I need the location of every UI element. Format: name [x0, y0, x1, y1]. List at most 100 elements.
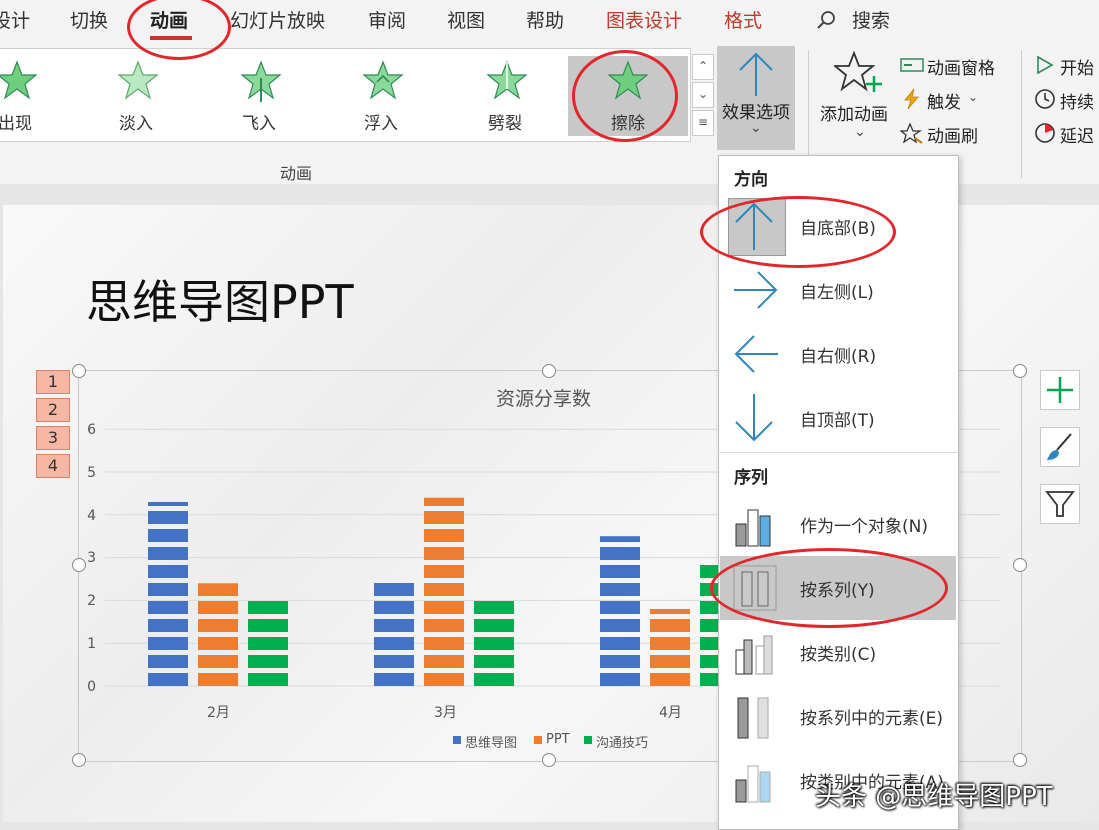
direction-label: 自顶部(T) — [800, 411, 875, 431]
bar-segment — [474, 673, 514, 686]
legend-swatch — [534, 736, 542, 744]
direction-from-right[interactable]: 自右侧(R) — [720, 322, 956, 386]
bar-segment — [198, 583, 238, 596]
watermark: 头条 @思维导图PPT — [815, 782, 1053, 812]
annotation-circle-by-series — [710, 548, 948, 628]
bar-segment — [424, 583, 464, 596]
chart-styles-button[interactable] — [1040, 427, 1080, 467]
bar-segment — [600, 565, 640, 578]
legend-entry: PPT — [546, 732, 570, 747]
bar-segment — [148, 547, 188, 560]
bar-segment — [650, 619, 690, 632]
direction-from-top[interactable]: 自顶部(T) — [720, 386, 956, 450]
bar-segment — [474, 637, 514, 650]
bar-segment — [198, 655, 238, 668]
bar-segment — [248, 655, 288, 668]
bar-segment — [600, 536, 640, 542]
x-tick-label: 3月 — [434, 705, 457, 721]
arrow-left-icon — [734, 335, 778, 373]
bar-segment — [650, 655, 690, 668]
legend-entry: 思维导图 — [465, 736, 518, 751]
element-category-icon — [735, 765, 771, 803]
bar-segment — [198, 673, 238, 686]
category-bars-icon — [735, 635, 773, 675]
bar-segment — [198, 601, 238, 614]
bar-segment — [424, 655, 464, 668]
bar-segment — [148, 637, 188, 650]
sequence-label: 按类别(C) — [800, 645, 877, 665]
sequence-label: 按系列中的元素(E) — [800, 709, 944, 729]
paintbrush-icon — [1047, 433, 1072, 460]
annotation-circle-from-bottom — [700, 196, 896, 268]
bar-1-1[interactable] — [424, 497, 464, 686]
x-tick-label: 4月 — [659, 705, 682, 721]
bar-segment — [148, 655, 188, 668]
bar-segment — [424, 529, 464, 542]
bar-segment — [424, 673, 464, 686]
sequence-by-element-in-series[interactable]: 按系列中的元素(E) — [720, 684, 956, 748]
bar-0-1[interactable] — [198, 583, 238, 686]
sequence-label: 作为一个对象(N) — [800, 517, 928, 537]
bar-segment — [148, 565, 188, 578]
bar-segment — [474, 619, 514, 632]
bar-segment — [600, 655, 640, 668]
bar-segment — [148, 601, 188, 614]
bar-0-2[interactable] — [248, 601, 288, 686]
bar-segment — [374, 583, 414, 596]
bar-segment — [600, 673, 640, 686]
element-series-icon — [737, 697, 769, 739]
bar-segment — [424, 601, 464, 614]
arrow-down-icon — [735, 394, 773, 442]
bar-segment — [198, 637, 238, 650]
bar-segment — [600, 547, 640, 560]
bar-segment — [248, 601, 288, 614]
direction-from-left[interactable]: 自左侧(L) — [720, 258, 956, 322]
arrow-right-icon — [734, 271, 778, 309]
bar-segment — [148, 583, 188, 596]
bar-segment — [374, 619, 414, 632]
bar-segment — [424, 619, 464, 632]
bar-segment — [424, 565, 464, 578]
bar-segment — [650, 637, 690, 650]
chart-filters-button[interactable] — [1040, 484, 1080, 524]
bar-segment — [374, 637, 414, 650]
bar-segment — [248, 619, 288, 632]
bar-segment — [474, 601, 514, 614]
bar-segment — [198, 619, 238, 632]
direction-header: 方向 — [734, 170, 768, 190]
bar-chart-icon — [735, 509, 771, 547]
bar-segment — [248, 637, 288, 650]
bar-segment — [424, 547, 464, 560]
bar-segment — [148, 501, 188, 506]
x-tick-label: 2月 — [207, 705, 230, 721]
filter-icon — [1045, 491, 1075, 517]
sequence-by-category[interactable]: 按类别(C) — [720, 620, 956, 684]
chart-elements-button[interactable] — [1040, 370, 1080, 410]
sequence-as-one-object[interactable]: 作为一个对象(N) — [720, 492, 956, 556]
bar-0-0[interactable] — [148, 501, 188, 686]
bar-2-1[interactable] — [650, 608, 690, 686]
bar-segment — [424, 637, 464, 650]
direction-label: 自左侧(L) — [800, 283, 874, 303]
annotation-circle-wipe — [572, 50, 678, 142]
legend-swatch — [453, 736, 461, 744]
bar-segment — [148, 529, 188, 542]
bar-segment — [424, 511, 464, 524]
bar-segment — [374, 673, 414, 686]
bar-segment — [650, 608, 690, 614]
bar-1-2[interactable] — [474, 601, 514, 686]
bar-segment — [600, 637, 640, 650]
bar-segment — [474, 655, 514, 668]
bar-1-0[interactable] — [374, 583, 414, 686]
legend-swatch — [584, 736, 592, 744]
direction-label: 自右侧(R) — [800, 347, 877, 367]
bar-segment — [248, 673, 288, 686]
bar-segment — [650, 673, 690, 686]
legend-entry: 沟通技巧 — [596, 736, 649, 751]
bar-segment — [374, 601, 414, 614]
bar-segment — [374, 655, 414, 668]
bar-2-0[interactable] — [600, 536, 640, 686]
bar-segment — [600, 601, 640, 614]
bar-segment — [148, 619, 188, 632]
bar-segment — [148, 511, 188, 524]
